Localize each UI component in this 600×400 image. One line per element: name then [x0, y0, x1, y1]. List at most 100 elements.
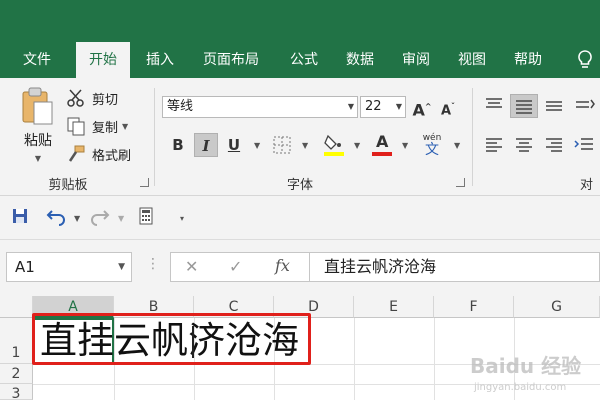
title-bar: [0, 0, 600, 42]
select-all-corner[interactable]: [0, 296, 33, 318]
font-size-select[interactable]: 22 ▼: [360, 96, 406, 118]
chevron-down-icon[interactable]: ▼: [118, 253, 125, 281]
align-center-icon: [516, 138, 532, 152]
tab-insert[interactable]: 插入: [134, 42, 186, 78]
italic-button[interactable]: I: [194, 133, 218, 157]
redo-icon: [91, 210, 110, 226]
quick-access-toolbar: ▼ ▼ ▾: [0, 196, 600, 240]
phonetic-char-label: 文: [425, 142, 439, 158]
align-middle-icon: [516, 100, 532, 114]
row-header-1[interactable]: 1: [0, 318, 33, 364]
chevron-down-icon: ▼: [347, 102, 354, 111]
formula-buttons: ✕ ✓ fx: [170, 252, 310, 282]
formula-input[interactable]: 直挂云帆济沧海: [310, 252, 600, 282]
ribbon-tabs: 文件 开始 插入 页面布局 公式 数据 审阅 视图 帮助: [0, 42, 600, 78]
row-header-3[interactable]: 3: [0, 384, 33, 400]
paint-bucket-icon: [324, 134, 344, 156]
watermark-logo: Baidu 经验 jingyan.baidu.com: [470, 350, 598, 400]
underline-button[interactable]: U: [222, 133, 246, 157]
orientation-button[interactable]: [572, 94, 596, 118]
decrease-font-size-button[interactable]: Aˇ: [436, 95, 460, 119]
underline-dropdown-icon[interactable]: ▼: [254, 141, 260, 150]
ribbon-home: 粘贴 ▼ 剪切 复制 ▼ 格式刷 剪贴板 等线 ▼ 22 ▼ A^ Aˇ B I…: [0, 78, 600, 196]
font-name-select[interactable]: 等线 ▼: [162, 96, 358, 118]
customize-toolbar-icon[interactable]: ▾: [180, 214, 184, 223]
font-group-label: 字体: [286, 178, 313, 193]
name-box[interactable]: A1 ▼: [6, 252, 132, 282]
borders-button[interactable]: [270, 133, 294, 157]
save-button[interactable]: [8, 206, 32, 230]
undo-icon: [46, 210, 65, 226]
tab-file[interactable]: 文件: [8, 42, 66, 78]
fill-color-button[interactable]: [322, 130, 346, 156]
phonetic-guide-button[interactable]: wén 文: [418, 130, 446, 160]
watermark-subtext: jingyan.baidu.com: [474, 382, 567, 393]
align-left-button[interactable]: [482, 133, 506, 157]
cut-button[interactable]: 剪切: [66, 88, 118, 108]
tab-home[interactable]: 开始: [76, 42, 130, 78]
cut-label: 剪切: [92, 92, 119, 108]
watermark-text: Baidu 经验: [470, 354, 582, 378]
tab-help[interactable]: 帮助: [502, 42, 554, 78]
format-painter-button[interactable]: 格式刷: [66, 144, 131, 164]
calculator-button[interactable]: [134, 206, 158, 230]
align-bottom-button[interactable]: [542, 94, 566, 118]
lightbulb-icon[interactable]: [574, 48, 596, 72]
indent-button[interactable]: [572, 133, 596, 157]
highlight-annotation: [32, 313, 311, 365]
indent-icon: [574, 138, 593, 150]
align-middle-button[interactable]: [510, 94, 538, 118]
align-left-icon: [486, 138, 502, 152]
phonetic-dropdown-icon[interactable]: ▼: [454, 141, 460, 150]
gridline: [354, 318, 355, 400]
cancel-icon[interactable]: ✕: [185, 257, 198, 276]
align-top-button[interactable]: [482, 94, 506, 118]
font-color-button[interactable]: A: [370, 130, 394, 156]
borders-dropdown-icon[interactable]: ▼: [302, 141, 308, 150]
bold-button[interactable]: B: [166, 133, 190, 157]
tab-data[interactable]: 数据: [334, 42, 386, 78]
tab-review[interactable]: 审阅: [390, 42, 442, 78]
tab-view[interactable]: 视图: [446, 42, 498, 78]
borders-icon: [273, 136, 291, 154]
clipboard-launcher-icon[interactable]: [140, 178, 149, 187]
undo-button[interactable]: [44, 206, 68, 230]
increase-font-size-button[interactable]: A^: [410, 95, 434, 119]
font-launcher-icon[interactable]: [456, 178, 465, 187]
column-header-g[interactable]: G: [514, 296, 600, 318]
paste-dropdown-icon[interactable]: ▼: [35, 154, 41, 163]
tab-formulas[interactable]: 公式: [278, 42, 330, 78]
paste-button[interactable]: 粘贴 ▼: [18, 86, 58, 163]
font-size-value: 22: [365, 99, 382, 114]
worksheet-grid: A B C D E F G 1 2 3 直挂云帆济沧海 Baidu 经验 jin…: [0, 296, 600, 400]
enter-icon[interactable]: ✓: [229, 257, 242, 276]
drag-handle-icon[interactable]: ⋮: [146, 256, 160, 272]
column-header-f[interactable]: F: [434, 296, 514, 318]
copy-dropdown-icon[interactable]: ▼: [122, 122, 128, 131]
paste-label: 粘贴: [24, 133, 52, 149]
format-painter-label: 格式刷: [92, 148, 132, 164]
column-header-e[interactable]: E: [354, 296, 434, 318]
copy-button[interactable]: 复制 ▼: [66, 116, 128, 136]
alignment-group-label: 对: [580, 178, 594, 193]
align-top-icon: [486, 98, 502, 108]
save-icon: [13, 209, 27, 223]
group-separator: [472, 88, 473, 186]
font-name-value: 等线: [167, 99, 194, 114]
font-color-dropdown-icon[interactable]: ▼: [402, 141, 408, 150]
align-right-button[interactable]: [542, 133, 566, 157]
tab-page-layout[interactable]: 页面布局: [192, 42, 270, 78]
name-box-value: A1: [15, 258, 35, 276]
copy-icon: [67, 117, 85, 136]
gridline: [434, 318, 435, 400]
align-bottom-icon: [546, 101, 562, 111]
redo-button[interactable]: [88, 206, 112, 230]
insert-function-icon[interactable]: fx: [275, 256, 290, 275]
redo-dropdown-icon[interactable]: ▼: [118, 214, 124, 223]
align-center-button[interactable]: [510, 133, 538, 157]
fill-color-dropdown-icon[interactable]: ▼: [354, 141, 360, 150]
undo-dropdown-icon[interactable]: ▼: [74, 214, 80, 223]
orientation-icon: [576, 99, 595, 109]
row-header-2[interactable]: 2: [0, 364, 33, 384]
paintbrush-icon: [68, 145, 85, 162]
